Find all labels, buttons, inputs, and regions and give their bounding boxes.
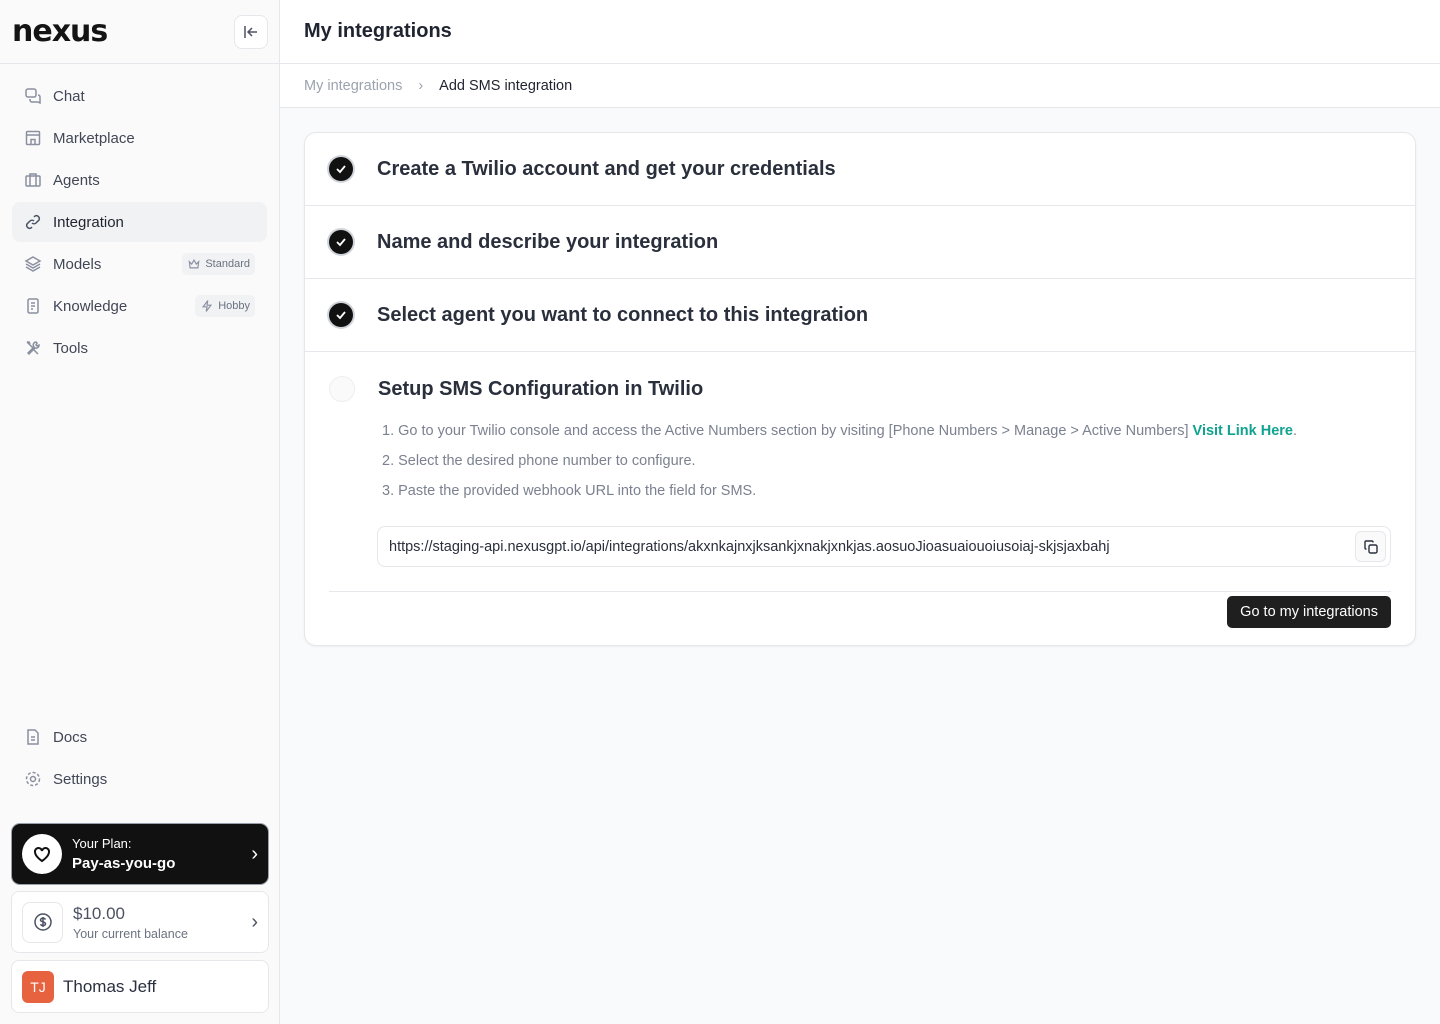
gear-icon: [25, 771, 41, 787]
collapse-icon: [244, 25, 257, 38]
step-3[interactable]: Select agent you want to connect to this…: [305, 279, 1415, 352]
plan-value: Pay-as-you-go: [72, 855, 176, 872]
plan-badge-hobby: Hobby: [195, 295, 255, 317]
step-4: Setup SMS Configuration in Twilio 1. Go …: [305, 352, 1415, 592]
sidebar-item-label: Agents: [53, 171, 100, 189]
visit-link[interactable]: Visit Link Here: [1193, 423, 1293, 439]
layers-icon: [24, 256, 42, 272]
copy-button[interactable]: [1355, 531, 1386, 562]
user-profile[interactable]: TJ Thomas Jeff: [11, 960, 269, 1013]
plan-card[interactable]: Your Plan: Pay-as-you-go ›: [12, 824, 268, 884]
sidebar-item-label: Tools: [53, 339, 89, 357]
breadcrumb-parent[interactable]: My integrations: [304, 78, 402, 94]
balance-amount: $10.00: [73, 903, 125, 923]
integration-steps-card: Create a Twilio account and get your cre…: [304, 132, 1416, 646]
instruction-1: 1. Go to your Twilio console and access …: [382, 423, 1298, 439]
sidebar-item-label: Knowledge: [53, 297, 128, 315]
sidebar-item-knowledge[interactable]: Knowledge Hobby: [12, 286, 267, 326]
store-icon: [25, 130, 41, 146]
sidebar-item-label: Integration: [53, 213, 124, 231]
divider: [329, 591, 1391, 592]
chevron-right-icon: ›: [251, 910, 258, 933]
sidebar-item-marketplace[interactable]: Marketplace: [12, 118, 267, 158]
step-2[interactable]: Name and describe your integration: [305, 206, 1415, 279]
chevron-right-icon: ›: [251, 842, 258, 865]
sidebar-item-label: Docs: [53, 728, 88, 746]
lightning-icon: [202, 300, 213, 312]
document-icon: [27, 298, 39, 314]
instruction-text: 1. Go to your Twilio console and access …: [382, 423, 1189, 439]
instruction-2: 2. Select the desired phone number to co…: [382, 453, 696, 469]
badge-label: Standard: [205, 258, 250, 270]
sidebar-item-settings[interactable]: Settings: [12, 759, 267, 799]
sidebar-item-label: Models: [53, 255, 102, 273]
badge-label: Hobby: [218, 300, 250, 312]
crown-icon: [188, 258, 200, 269]
step-title: Setup SMS Configuration in Twilio: [378, 377, 704, 400]
plan-badge-standard: Standard: [182, 253, 255, 275]
sidebar-item-tools[interactable]: Tools: [12, 328, 267, 368]
step-title: Create a Twilio account and get your cre…: [377, 157, 836, 180]
step-title: Select agent you want to connect to this…: [377, 303, 869, 326]
avatar: TJ: [22, 970, 54, 1003]
sidebar: nexus Chat Marketplace Agents Integratio…: [0, 0, 280, 1024]
link-icon: [25, 214, 41, 230]
user-name: Thomas Jeff: [63, 976, 157, 996]
breadcrumb-current: Add SMS integration: [439, 77, 573, 94]
sidebar-item-models[interactable]: Models Standard: [12, 244, 267, 284]
chat-icon: [25, 88, 41, 105]
collapse-sidebar-button[interactable]: [234, 14, 268, 49]
instruction-3: 3. Paste the provided webhook URL into t…: [382, 483, 757, 499]
tools-icon: [26, 341, 40, 356]
go-to-integrations-button[interactable]: Go to my integrations: [1227, 596, 1391, 628]
sidebar-item-integration[interactable]: Integration: [12, 202, 267, 242]
logo: nexus: [12, 14, 108, 49]
step-1[interactable]: Create a Twilio account and get your cre…: [305, 133, 1415, 206]
chevron-right-icon: ›: [418, 77, 424, 94]
breadcrumb: My integrations › Add SMS integration: [280, 64, 1440, 108]
sidebar-item-label: Marketplace: [53, 129, 135, 147]
dollar-icon: [33, 913, 52, 931]
sidebar-item-chat[interactable]: Chat: [12, 76, 267, 116]
webhook-url-field[interactable]: https://staging-api.nexusgpt.io/api/inte…: [377, 526, 1391, 567]
docs-icon: [27, 729, 39, 745]
check-icon: [329, 230, 353, 254]
page-title: My integrations: [280, 0, 1440, 64]
heart-icon: [34, 847, 50, 863]
pending-step-icon: [329, 376, 355, 402]
balance-card[interactable]: $10.00 Your current balance ›: [11, 891, 269, 953]
copy-icon: [1363, 539, 1378, 554]
sidebar-item-label: Chat: [53, 87, 85, 105]
check-icon: [329, 303, 353, 327]
sidebar-item-docs[interactable]: Docs: [12, 717, 267, 757]
briefcase-icon: [25, 173, 41, 187]
sidebar-item-label: Settings: [53, 770, 108, 788]
check-icon: [329, 157, 353, 181]
webhook-url-text: https://staging-api.nexusgpt.io/api/inte…: [389, 538, 1110, 555]
step-title: Name and describe your integration: [377, 230, 719, 253]
balance-label: Your current balance: [73, 926, 188, 941]
sidebar-item-agents[interactable]: Agents: [12, 160, 267, 200]
plan-label: Your Plan:: [72, 836, 132, 851]
